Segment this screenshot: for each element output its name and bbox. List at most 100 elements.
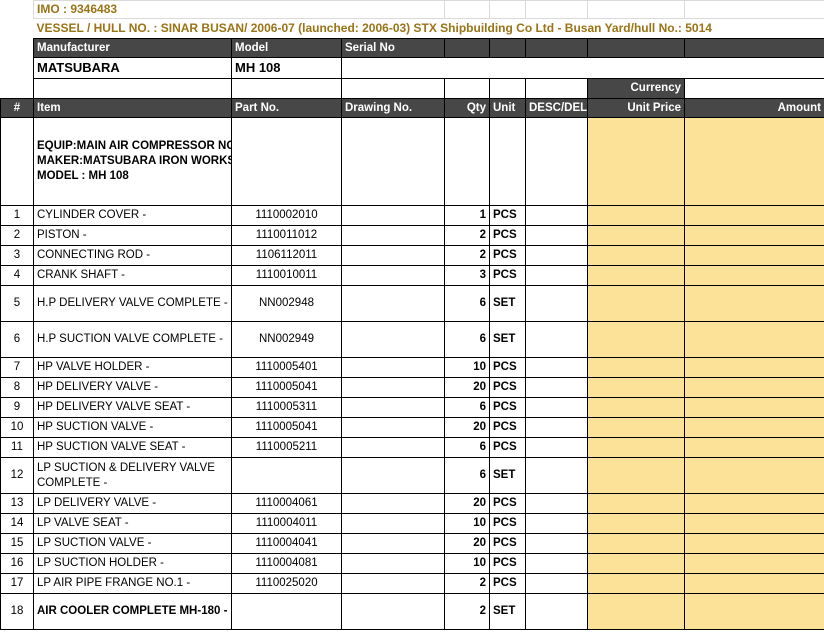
row-amount[interactable] <box>684 205 824 226</box>
row-unit-price[interactable] <box>587 457 685 494</box>
row-unit-price[interactable] <box>587 593 685 630</box>
row-unit-price[interactable] <box>587 205 685 226</box>
row-amount[interactable] <box>684 593 824 630</box>
row-part-no <box>231 457 342 494</box>
row-unit-price[interactable] <box>587 513 685 534</box>
row-item: LP SUCTION HOLDER - <box>33 553 232 574</box>
row-unit: PCS <box>489 417 526 438</box>
row-part-no: NN002948 <box>231 285 342 322</box>
imo-row: IMO : 9346483 <box>0 0 824 19</box>
col-index-header: # <box>0 98 34 118</box>
row-unit-price[interactable] <box>587 225 685 246</box>
currency-value[interactable] <box>684 78 824 99</box>
row-unit-price[interactable] <box>587 245 685 266</box>
row-qty: 2 <box>444 573 490 594</box>
table-row: 1 CYLINDER COVER -1110002010 1 PCS <box>0 205 824 226</box>
row-amount[interactable] <box>684 321 824 358</box>
row-unit: PCS <box>489 265 526 286</box>
row-amount[interactable] <box>684 285 824 322</box>
row-unit-price[interactable] <box>587 265 685 286</box>
row-part-no: 1110005041 <box>231 417 342 438</box>
row-index: 1 <box>0 205 34 226</box>
row-unit-price[interactable] <box>587 321 685 358</box>
row-unit-price[interactable] <box>587 357 685 378</box>
equip-note-unitprice[interactable] <box>587 117 685 206</box>
row-unit-price[interactable] <box>587 397 685 418</box>
row-desc-del <box>525 533 588 554</box>
equip-hdr-pad-1 <box>444 38 490 58</box>
row-amount[interactable] <box>684 493 824 514</box>
row-index: 18 <box>0 593 34 630</box>
row-item: LP DELIVERY VALVE - <box>33 493 232 514</box>
row-part-no: 1110004081 <box>231 553 342 574</box>
row-amount[interactable] <box>684 245 824 266</box>
table-row: 6 H.P SUCTION VALVE COMPLETE - NN002949 6 SE… <box>0 321 824 358</box>
row-desc-del <box>525 457 588 494</box>
row-amount[interactable] <box>684 357 824 378</box>
row-part-no: 1110011012 <box>231 225 342 246</box>
row-qty: 10 <box>444 553 490 574</box>
spacer-cell <box>0 0 34 19</box>
equip-hdr-pad-3 <box>525 38 588 58</box>
row-drawing-no <box>341 493 445 514</box>
row-index: 2 <box>0 225 34 246</box>
equip-note-drawingno <box>341 117 445 206</box>
equip-note-amount[interactable] <box>684 117 824 206</box>
row-unit-price[interactable] <box>587 493 685 514</box>
row-unit-price[interactable] <box>587 533 685 554</box>
row-unit: SET <box>489 321 526 358</box>
imo-pad-4 <box>587 0 685 19</box>
table-row: 8 HP DELIVERY VALVE -1110005041 20 PCS <box>0 377 824 398</box>
row-qty: 3 <box>444 265 490 286</box>
row-desc-del <box>525 417 588 438</box>
row-amount[interactable] <box>684 573 824 594</box>
row-amount[interactable] <box>684 553 824 574</box>
row-amount[interactable] <box>684 417 824 438</box>
row-amount[interactable] <box>684 513 824 534</box>
equip-note-unit <box>489 117 526 206</box>
row-index: 17 <box>0 573 34 594</box>
row-unit: PCS <box>489 397 526 418</box>
row-drawing-no <box>341 377 445 398</box>
row-qty: 6 <box>444 321 490 358</box>
row-drawing-no <box>341 533 445 554</box>
table-row: 18 AIR COOLER COMPLETE MH-180 - 2 SET <box>0 593 824 630</box>
spare-parts-sheet: IMO : 9346483 VESSEL / HULL NO. : SINAR … <box>0 0 824 630</box>
row-item: LP AIR PIPE FRANGE NO.1 - <box>33 573 232 594</box>
row-amount[interactable] <box>684 265 824 286</box>
row-part-no: 1110025020 <box>231 573 342 594</box>
row-unit-price[interactable] <box>587 437 685 458</box>
row-amount[interactable] <box>684 437 824 458</box>
col-manufacturer-header: Manufacturer <box>33 38 232 58</box>
row-index: 13 <box>0 493 34 514</box>
row-unit-price[interactable] <box>587 377 685 398</box>
row-unit-price[interactable] <box>587 553 685 574</box>
row-amount[interactable] <box>684 397 824 418</box>
equip-note-desc <box>525 117 588 206</box>
row-qty: 2 <box>444 593 490 630</box>
row-part-no: 1106112011 <box>231 245 342 266</box>
row-amount[interactable] <box>684 533 824 554</box>
row-qty: 1 <box>444 205 490 226</box>
row-amount[interactable] <box>684 377 824 398</box>
table-row: 2 PISTON -1110011012 2 PCS <box>0 225 824 246</box>
row-index: 9 <box>0 397 34 418</box>
row-drawing-no <box>341 321 445 358</box>
row-amount[interactable] <box>684 225 824 246</box>
row-amount[interactable] <box>684 457 824 494</box>
col-unit-header: Unit <box>489 98 526 118</box>
row-unit-price[interactable] <box>587 285 685 322</box>
row-part-no: 1110002010 <box>231 205 342 226</box>
sheet-body: IMO : 9346483 VESSEL / HULL NO. : SINAR … <box>0 0 824 630</box>
row-desc-del <box>525 321 588 358</box>
table-header-row: # Item Part No. Drawing No. Qty Unit DES… <box>0 98 824 118</box>
row-unit-price[interactable] <box>587 417 685 438</box>
row-item: HP SUCTION VALVE - <box>33 417 232 438</box>
equip-hdr-pad-2 <box>489 38 526 58</box>
row-desc-del <box>525 573 588 594</box>
row-index: 7 <box>0 357 34 378</box>
spacer-cell <box>0 18 34 39</box>
row-index: 5 <box>0 285 34 322</box>
row-unit-price[interactable] <box>587 573 685 594</box>
table-row: 13 LP DELIVERY VALVE -1110004061 20 PCS <box>0 493 824 514</box>
